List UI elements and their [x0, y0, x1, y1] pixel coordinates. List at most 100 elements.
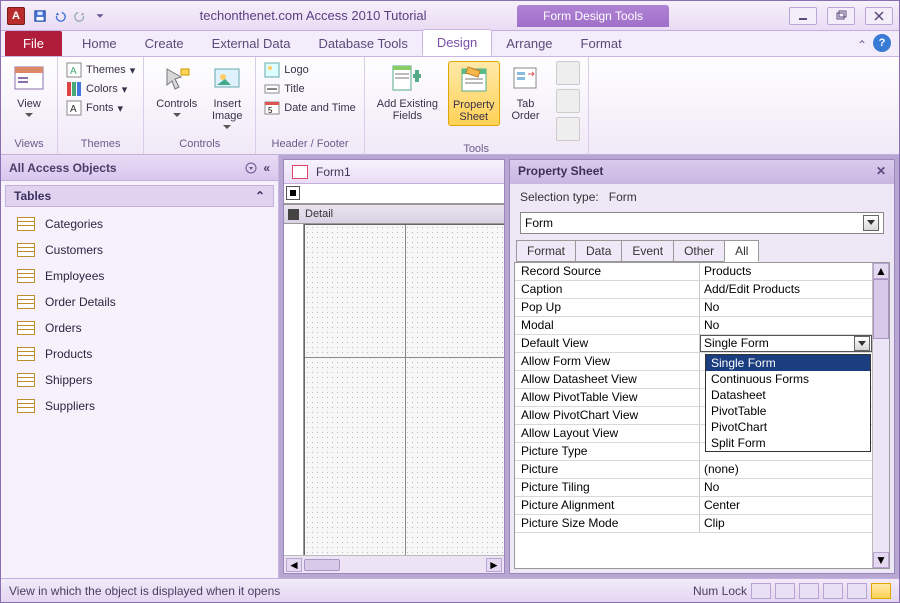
property-row[interactable]: Default ViewSingle Form: [515, 335, 872, 353]
dropdown-option[interactable]: PivotChart: [706, 419, 870, 435]
dropdown-icon[interactable]: [854, 336, 870, 351]
form-selector[interactable]: [286, 186, 300, 200]
layout-view-button[interactable]: [847, 583, 867, 599]
subform-new-window-icon[interactable]: [556, 61, 580, 85]
close-pane-icon[interactable]: ✕: [876, 164, 886, 180]
tab-create[interactable]: Create: [131, 31, 198, 56]
property-value[interactable]: Single Form: [700, 335, 872, 352]
property-value[interactable]: Center: [700, 497, 872, 514]
view-button[interactable]: View: [9, 61, 49, 120]
tab-arrange[interactable]: Arrange: [492, 31, 566, 56]
vertical-ruler[interactable]: [284, 224, 304, 555]
scroll-right-icon[interactable]: ►: [486, 558, 502, 572]
tab-file[interactable]: File: [5, 31, 62, 56]
nav-table-item[interactable]: Products: [1, 341, 278, 367]
property-row[interactable]: Picture(none): [515, 461, 872, 479]
dropdown-option[interactable]: Continuous Forms: [706, 371, 870, 387]
nav-table-item[interactable]: Customers: [1, 237, 278, 263]
vertical-scrollbar[interactable]: ▲ ▼: [872, 263, 889, 568]
combo-dropdown-icon[interactable]: [863, 215, 879, 231]
colors-button[interactable]: Colors ▾: [66, 80, 135, 98]
nav-dropdown-icon[interactable]: [245, 162, 257, 174]
nav-header[interactable]: All Access Objects «: [1, 155, 278, 181]
collapse-section-icon[interactable]: ⌃: [255, 189, 265, 203]
property-row[interactable]: Picture AlignmentCenter: [515, 497, 872, 515]
property-value[interactable]: (none): [700, 461, 872, 478]
form-document-tab[interactable]: Form1: [284, 160, 504, 184]
pivotchart-view-button[interactable]: [823, 583, 843, 599]
form-view-button[interactable]: [751, 583, 771, 599]
scroll-left-icon[interactable]: ◄: [286, 558, 302, 572]
property-value[interactable]: Clip: [700, 515, 872, 532]
property-row[interactable]: Record SourceProducts: [515, 263, 872, 281]
date-time-button[interactable]: 5Date and Time: [264, 99, 356, 117]
nav-table-item[interactable]: Shippers: [1, 367, 278, 393]
nav-table-item[interactable]: Orders: [1, 315, 278, 341]
controls-button[interactable]: Controls: [152, 61, 201, 120]
tab-database-tools[interactable]: Database Tools: [304, 31, 421, 56]
property-row[interactable]: ModalNo: [515, 317, 872, 335]
tab-home[interactable]: Home: [68, 31, 131, 56]
fonts-button[interactable]: AFonts ▾: [66, 99, 135, 117]
design-view-button[interactable]: [871, 583, 891, 599]
tab-external-data[interactable]: External Data: [198, 31, 305, 56]
nav-table-item[interactable]: Employees: [1, 263, 278, 289]
property-tab-format[interactable]: Format: [516, 240, 576, 262]
shutter-bar-icon[interactable]: «: [263, 161, 270, 175]
qat-dropdown-icon[interactable]: [91, 7, 109, 25]
logo-button[interactable]: Logo: [264, 61, 356, 79]
title-button[interactable]: Title: [264, 80, 356, 98]
property-value[interactable]: No: [700, 479, 872, 496]
property-tab-all[interactable]: All: [724, 240, 759, 262]
property-sheet-button[interactable]: Property Sheet: [448, 61, 500, 126]
horizontal-ruler[interactable]: [284, 184, 504, 204]
nav-table-item[interactable]: Order Details: [1, 289, 278, 315]
property-sheet-header[interactable]: Property Sheet ✕: [510, 160, 894, 184]
scroll-thumb[interactable]: [873, 279, 889, 339]
section-handle-icon[interactable]: [288, 209, 299, 220]
close-button[interactable]: [865, 7, 893, 25]
tab-format[interactable]: Format: [567, 31, 636, 56]
nav-table-item[interactable]: Suppliers: [1, 393, 278, 419]
property-value[interactable]: Products: [700, 263, 872, 280]
property-row[interactable]: Picture Size ModeClip: [515, 515, 872, 533]
scroll-up-icon[interactable]: ▲: [873, 263, 889, 279]
view-code-icon[interactable]: [556, 89, 580, 113]
scroll-thumb[interactable]: [304, 559, 340, 571]
property-value[interactable]: No: [700, 299, 872, 316]
detail-section-bar[interactable]: Detail: [284, 204, 504, 224]
redo-icon[interactable]: [71, 7, 89, 25]
nav-section-tables[interactable]: Tables ⌃: [5, 185, 274, 207]
object-selector-combo[interactable]: Form: [520, 212, 884, 234]
add-existing-fields-button[interactable]: Add Existing Fields: [373, 61, 442, 124]
horizontal-scrollbar[interactable]: ◄ ►: [284, 555, 504, 573]
property-tab-other[interactable]: Other: [673, 240, 725, 262]
property-value[interactable]: Add/Edit Products: [700, 281, 872, 298]
datasheet-view-button[interactable]: [775, 583, 795, 599]
insert-image-button[interactable]: Insert Image: [207, 61, 247, 132]
nav-table-item[interactable]: Categories: [1, 211, 278, 237]
dropdown-option[interactable]: Split Form: [706, 435, 870, 451]
property-tab-event[interactable]: Event: [621, 240, 674, 262]
dropdown-option[interactable]: Datasheet: [706, 387, 870, 403]
ribbon-collapse-icon[interactable]: ⌃: [857, 38, 867, 52]
scroll-down-icon[interactable]: ▼: [873, 552, 889, 568]
pivottable-view-button[interactable]: [799, 583, 819, 599]
themes-button[interactable]: AThemes ▾: [66, 61, 135, 79]
design-grid[interactable]: [304, 224, 504, 555]
dropdown-option[interactable]: Single Form: [706, 355, 870, 371]
tab-design[interactable]: Design: [422, 29, 492, 56]
help-icon[interactable]: ?: [873, 34, 891, 52]
tab-order-button[interactable]: Tab Order: [506, 61, 546, 124]
dropdown-option[interactable]: PivotTable: [706, 403, 870, 419]
restore-button[interactable]: [827, 7, 855, 25]
property-value[interactable]: No: [700, 317, 872, 334]
minimize-button[interactable]: [789, 7, 817, 25]
default-view-dropdown[interactable]: Single FormContinuous FormsDatasheetPivo…: [705, 354, 871, 452]
convert-macros-icon[interactable]: [556, 117, 580, 141]
property-tab-data[interactable]: Data: [575, 240, 622, 262]
property-row[interactable]: CaptionAdd/Edit Products: [515, 281, 872, 299]
save-icon[interactable]: [31, 7, 49, 25]
undo-icon[interactable]: [51, 7, 69, 25]
property-row[interactable]: Pop UpNo: [515, 299, 872, 317]
